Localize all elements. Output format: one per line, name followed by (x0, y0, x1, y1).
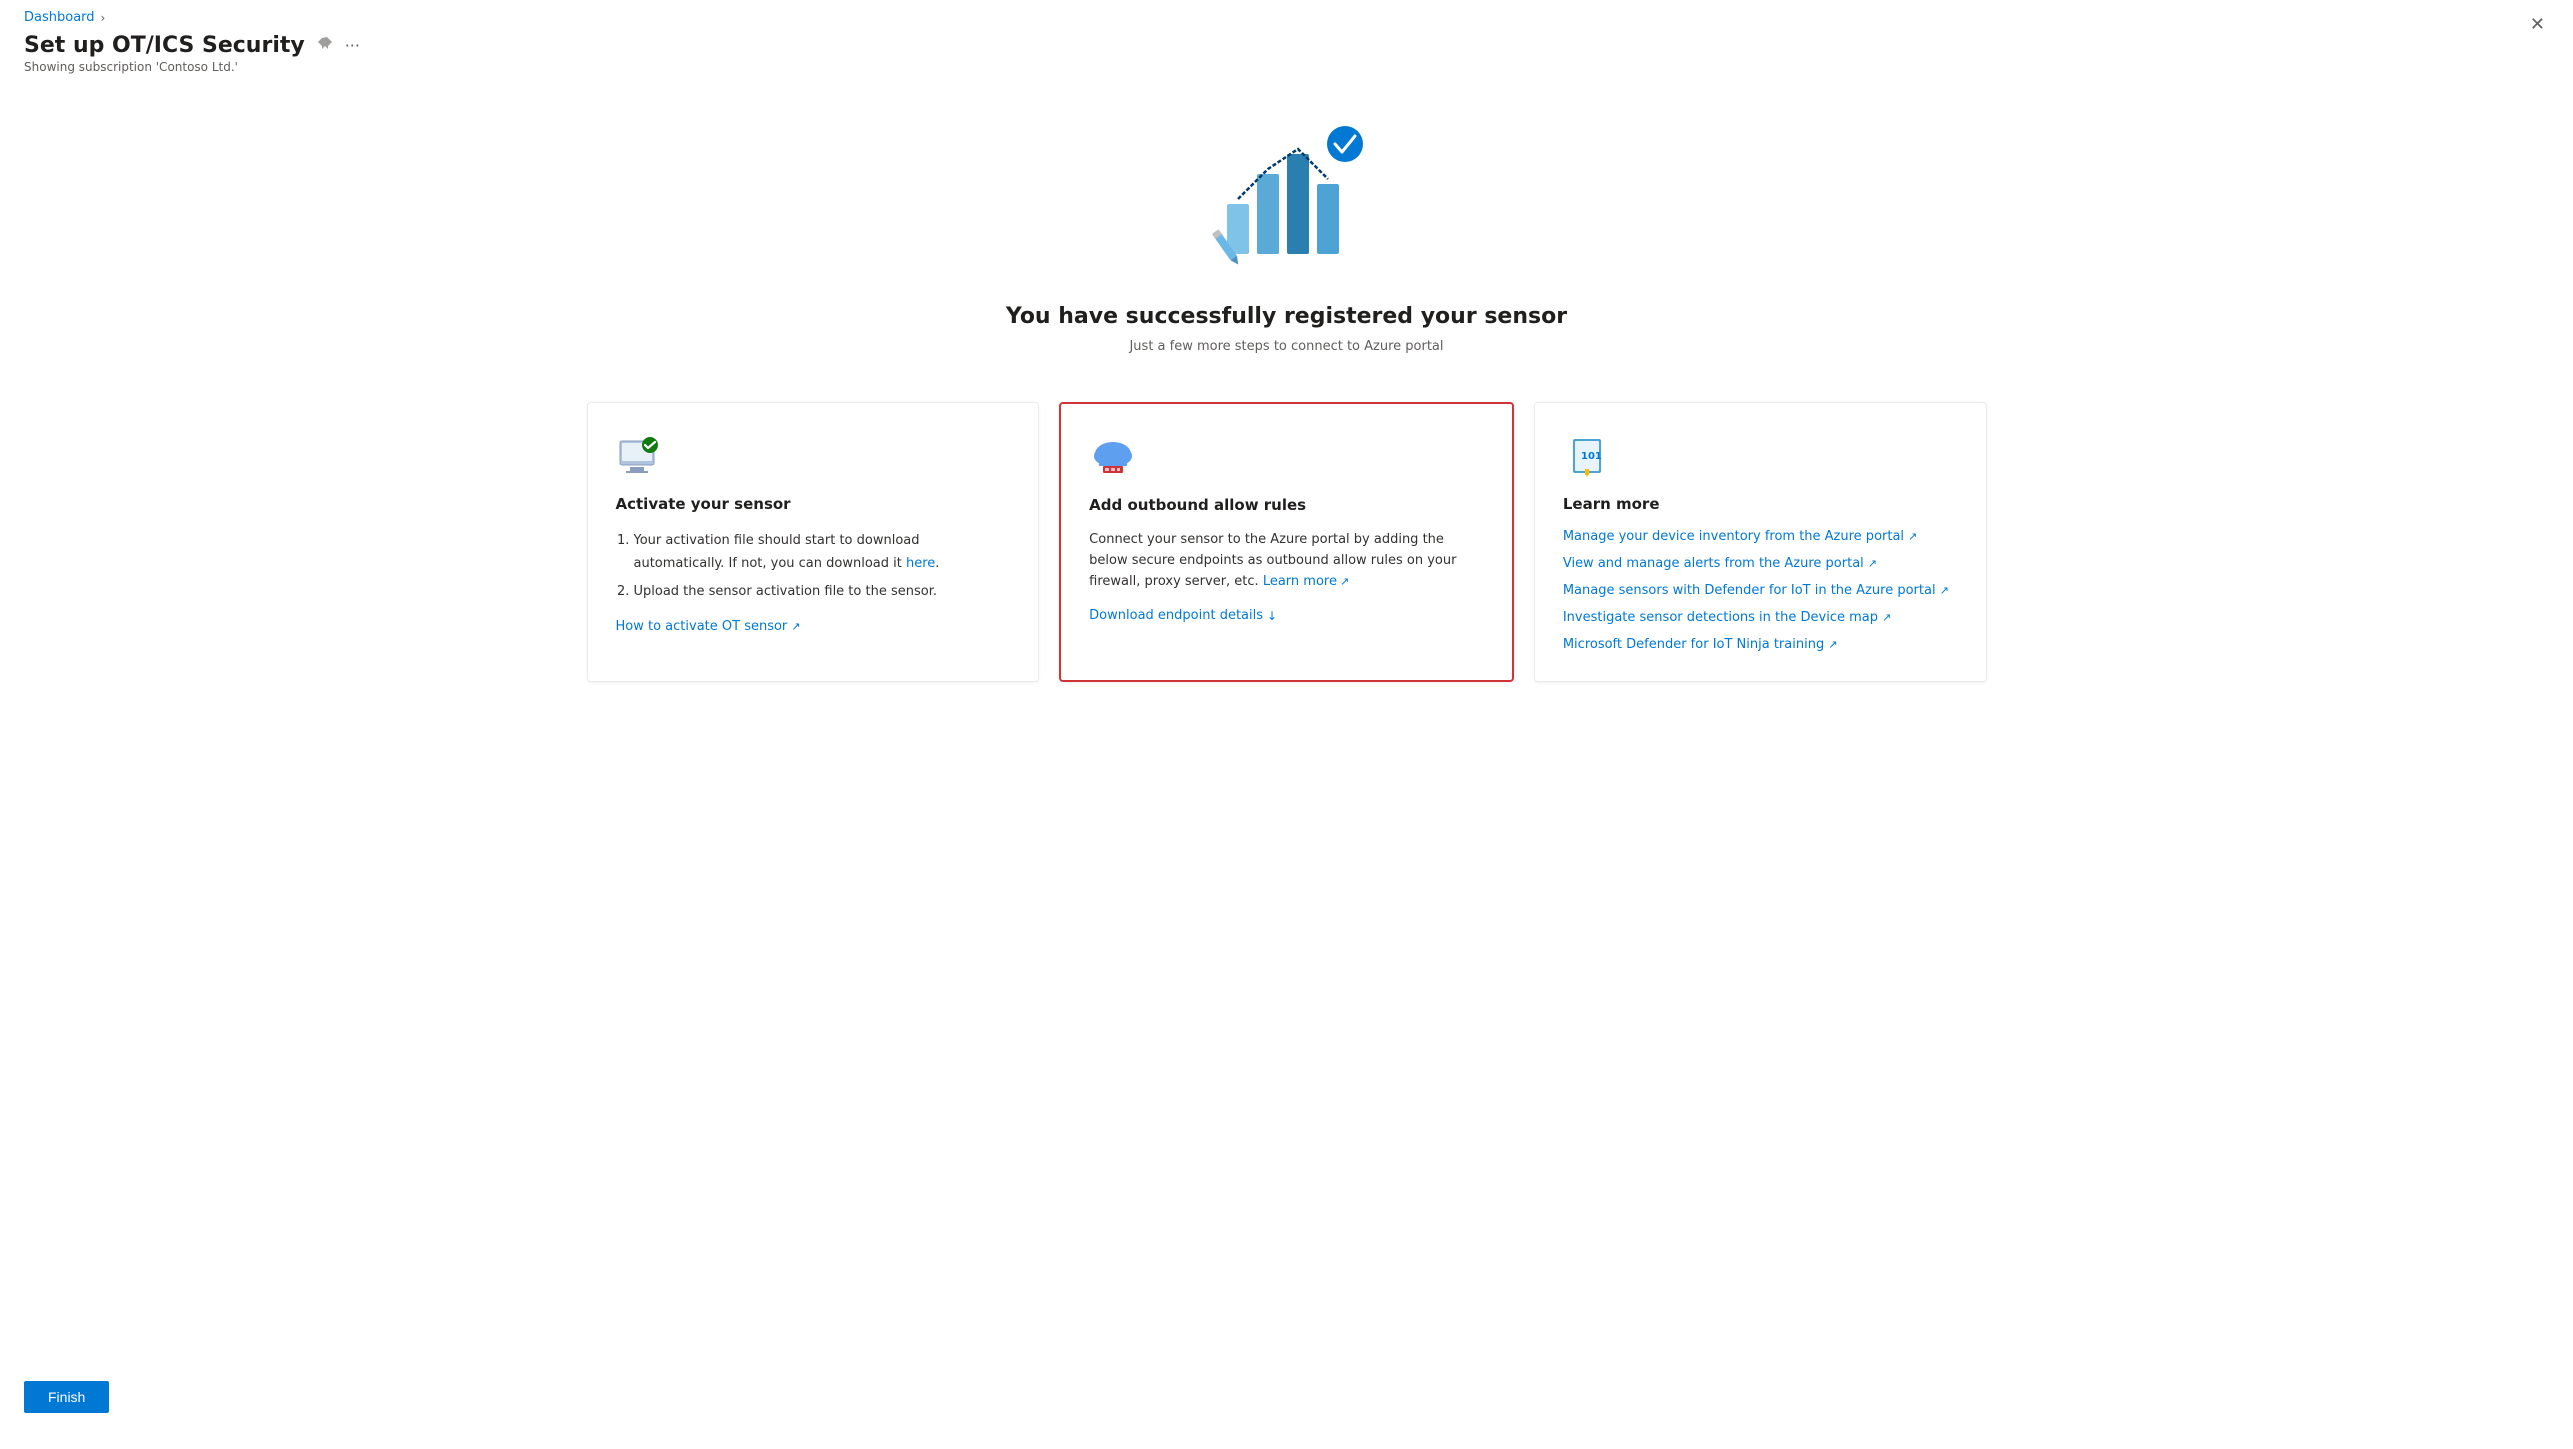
outbound-icon (1089, 432, 1137, 480)
breadcrumb-bar: Dashboard › (0, 0, 2573, 29)
subscription-label: Showing subscription 'Contoso Ltd.' (0, 58, 2573, 74)
pin-icon[interactable] (317, 36, 333, 56)
here-link[interactable]: here (906, 552, 935, 575)
close-button[interactable]: ✕ (2530, 14, 2545, 35)
cards-container: Activate your sensor Your activation fil… (587, 402, 1987, 682)
list-item: Manage your device inventory from the Az… (1563, 529, 1958, 544)
download-endpoint-link[interactable]: Download endpoint details (1089, 608, 1277, 623)
learn-more-link[interactable]: Learn more (1263, 572, 1349, 593)
hero-illustration (1197, 114, 1377, 274)
more-icon[interactable]: ··· (345, 36, 360, 55)
learn-link-3[interactable]: Manage sensors with Defender for IoT in … (1563, 583, 1949, 598)
learn-more-card-title: Learn more (1563, 495, 1958, 513)
learn-icon: 101 (1563, 431, 1611, 479)
learn-link-2[interactable]: View and manage alerts from the Azure po… (1563, 556, 1877, 571)
breadcrumb-parent[interactable]: Dashboard (24, 10, 95, 25)
activate-card-title: Activate your sensor (616, 495, 1011, 513)
finish-button[interactable]: Finish (24, 1381, 109, 1413)
activate-sensor-card: Activate your sensor Your activation fil… (587, 402, 1040, 682)
list-item: View and manage alerts from the Azure po… (1563, 556, 1958, 571)
list-item: Investigate sensor detections in the Dev… (1563, 610, 1958, 625)
main-content: You have successfully registered your se… (0, 74, 2573, 682)
how-to-activate-link[interactable]: How to activate OT sensor (616, 619, 801, 634)
learn-link-4[interactable]: Investigate sensor detections in the Dev… (1563, 610, 1891, 625)
svg-text:101: 101 (1581, 451, 1602, 462)
learn-links-list: Manage your device inventory from the Az… (1563, 529, 1958, 652)
learn-link-1[interactable]: Manage your device inventory from the Az… (1563, 529, 1917, 544)
outbound-rules-card: Add outbound allow rules Connect your se… (1059, 402, 1514, 682)
learn-link-5[interactable]: Microsoft Defender for IoT Ninja trainin… (1563, 637, 1838, 652)
activate-icon (616, 431, 664, 479)
outbound-description: Connect your sensor to the Azure portal … (1089, 530, 1484, 592)
list-item: Microsoft Defender for IoT Ninja trainin… (1563, 637, 1958, 652)
success-subtitle: Just a few more steps to connect to Azur… (1129, 339, 1443, 354)
activate-step2: Upload the sensor activation file to the… (634, 580, 1011, 603)
page-title: Set up OT/ICS Security (24, 33, 305, 58)
activate-step1: Your activation file should start to dow… (634, 529, 1011, 576)
list-item: Manage sensors with Defender for IoT in … (1563, 583, 1958, 598)
outbound-card-title: Add outbound allow rules (1089, 496, 1484, 514)
activate-steps: Your activation file should start to dow… (616, 529, 1011, 603)
page-header: Set up OT/ICS Security ··· (0, 29, 2573, 58)
success-title: You have successfully registered your se… (1006, 304, 1567, 329)
breadcrumb-separator: › (101, 11, 106, 25)
learn-more-card: 101 Learn more Manage your device invent… (1534, 402, 1987, 682)
